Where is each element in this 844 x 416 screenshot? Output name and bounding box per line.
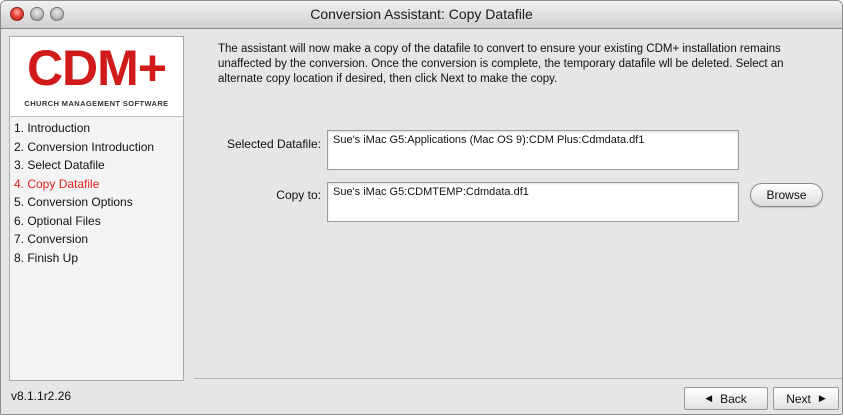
close-window-button[interactable] [10,7,24,21]
browse-button-label: Browse [766,188,807,202]
step-optional-files: 6. Optional Files [14,213,101,228]
footer-divider [194,378,842,379]
window-title: Conversion Assistant: Copy Datafile [310,6,533,22]
assistant-window: Conversion Assistant: Copy Datafile CDM+… [0,0,843,415]
step-copy-datafile: 4. Copy Datafile [14,176,100,191]
step-conversion-introduction: 2. Conversion Introduction [14,139,155,154]
minimize-window-button[interactable] [30,7,44,21]
zoom-window-button[interactable] [50,7,64,21]
step-finish-up: 8. Finish Up [14,250,79,265]
selected-datafile-field[interactable]: Sue's iMac G5:Applications (Mac OS 9):CD… [327,130,739,170]
step-select-datafile: 3. Select Datafile [14,158,105,172]
step-conversion: 7. Conversion [14,232,89,246]
version-label: v8.1.1r2.26 [11,389,72,403]
next-button[interactable]: Next ▶ [773,387,839,410]
logo-wordmark: CDM+ [26,40,167,96]
cdm-logo: CDM+ CHURCH MANAGEMENT SOFTWARE [10,37,183,117]
browse-button[interactable]: Browse [750,183,823,207]
window-controls [10,7,64,21]
next-button-label: Next [786,391,811,406]
left-triangle-icon: ◀ [705,393,713,403]
steps-sidebar: CDM+ CHURCH MANAGEMENT SOFTWARE 1. Intro… [9,36,184,381]
right-triangle-icon: ▶ [818,393,826,403]
copy-to-label: Copy to: [276,188,321,202]
selected-datafile-label: Selected Datafile: [226,137,321,151]
instructions-text: The assistant will now make a copy of th… [218,43,784,85]
step-conversion-options: 5. Conversion Options [14,195,133,209]
steps-list: 1. Introduction 2. Conversion Introducti… [10,119,154,267]
back-button-label: Back [720,391,747,406]
title-bar: Conversion Assistant: Copy Datafile [1,1,842,29]
back-button[interactable]: ◀ Back [684,387,768,410]
logo-tagline: CHURCH MANAGEMENT SOFTWARE [24,99,169,108]
step-introduction: 1. Introduction [14,121,91,135]
copy-to-field[interactable]: Sue's iMac G5:CDMTEMP:Cdmdata.df1 [327,182,739,222]
